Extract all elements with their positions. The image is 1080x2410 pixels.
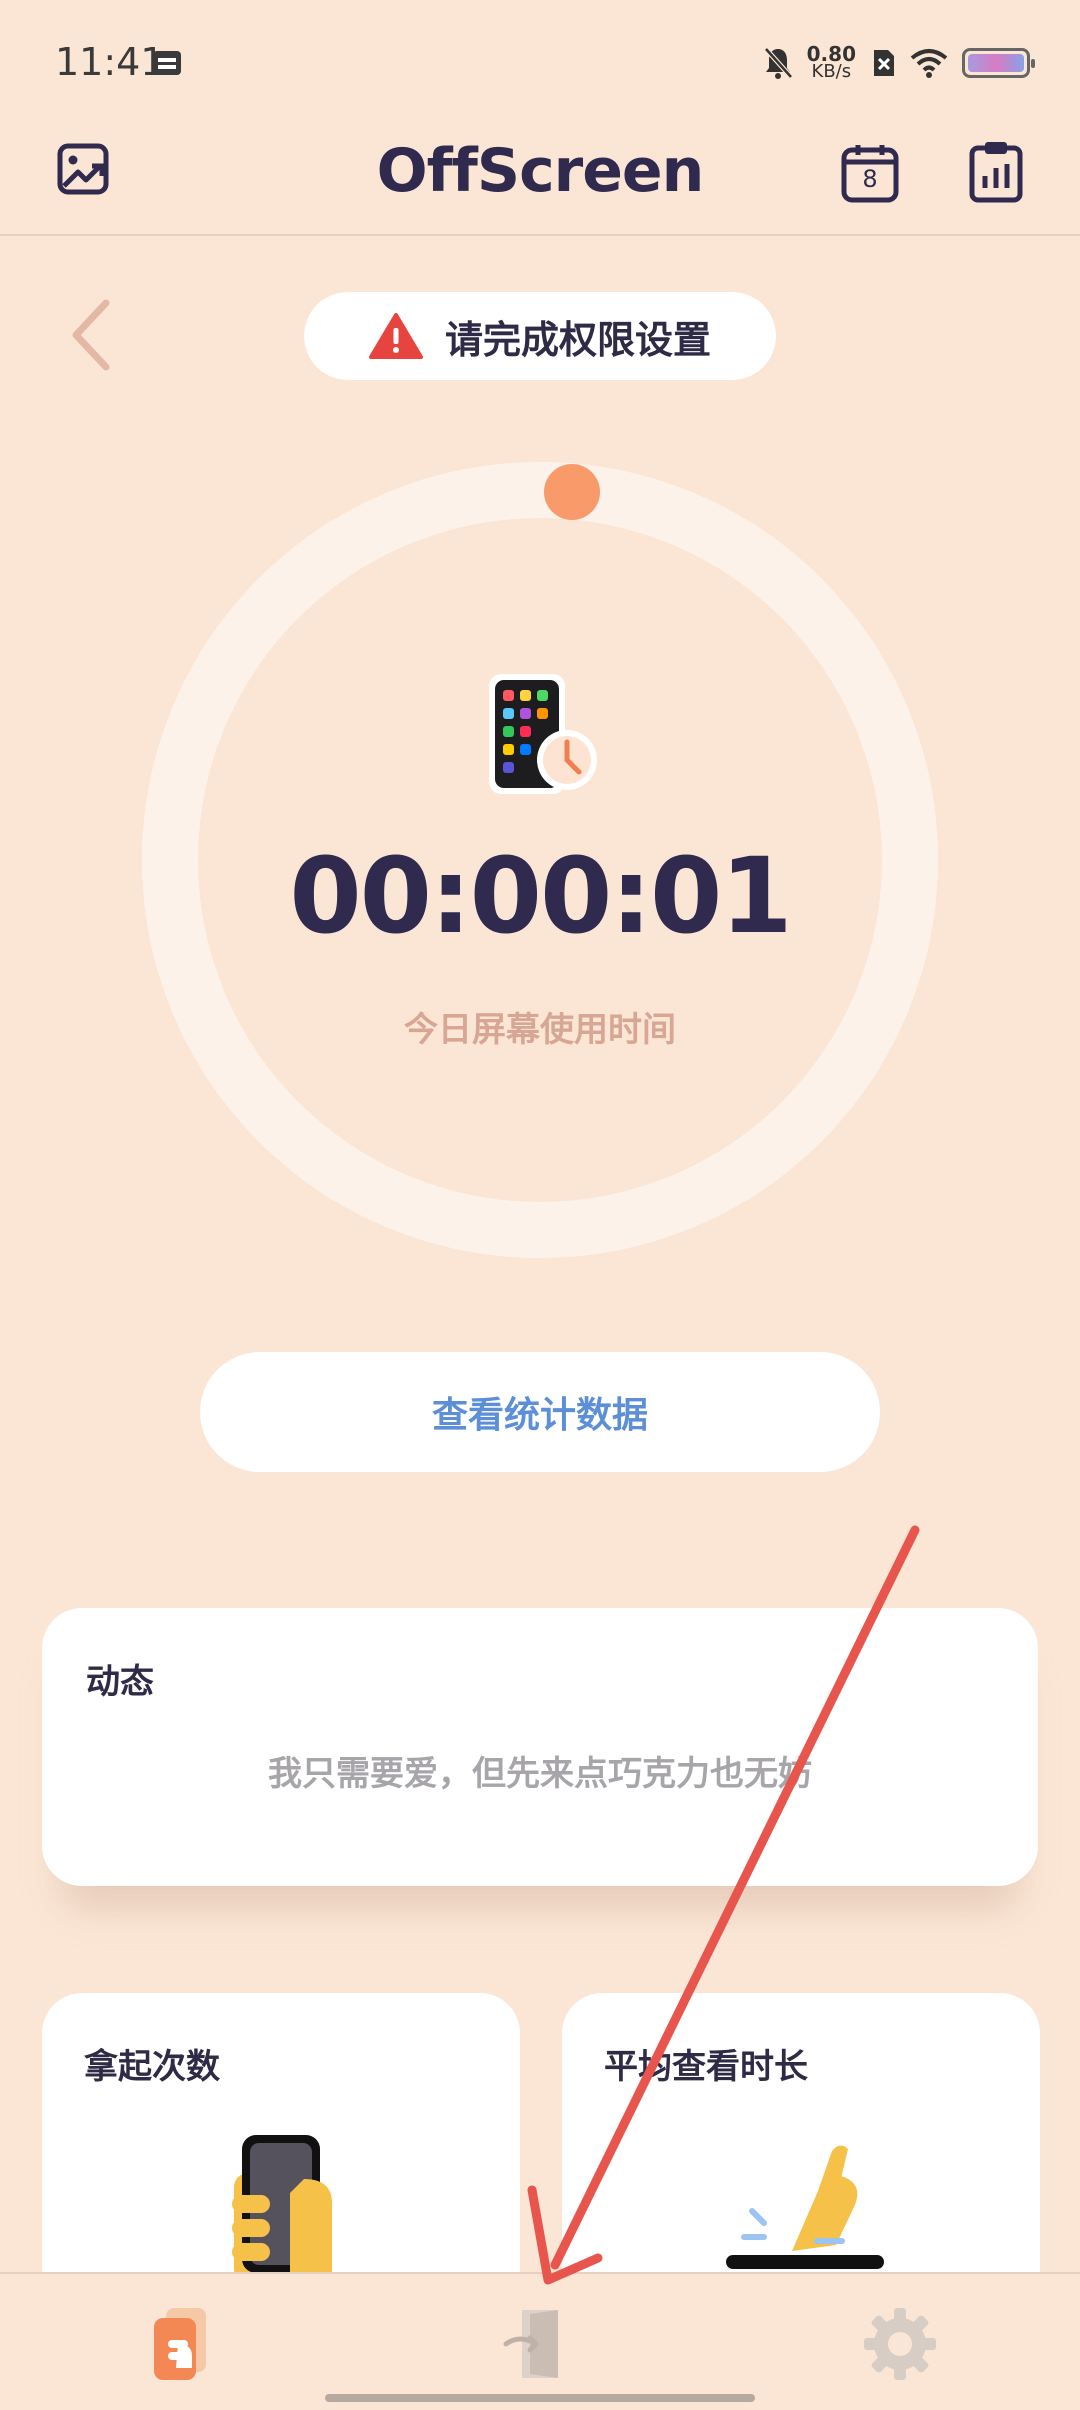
app-title: OffScreen [376,136,705,206]
bell-muted-icon [763,47,793,79]
pickup-card-title: 拿起次数 [84,2047,220,2087]
permission-banner[interactable]: 请完成权限设置 [304,292,776,380]
view-stats-button[interactable]: 查看统计数据 [200,1352,880,1472]
calendar-status-icon [153,51,181,75]
speed-unit: KB/s [811,61,852,82]
clipboard-stats-icon[interactable] [968,138,1024,204]
dynamic-quote: 我只需要爱，但先来点巧克力也无妨 [268,1754,812,1794]
exit-tab-icon[interactable] [500,2304,580,2384]
bottom-nav [0,2272,1080,2410]
home-indicator[interactable] [325,2394,755,2402]
back-arrow-icon[interactable] [66,295,116,375]
screen-time-label: 今日屏幕使用时间 [404,1010,676,1050]
permission-text: 请完成权限设置 [444,317,711,362]
network-speed: 0.80 KB/s [807,44,856,82]
status-right: 0.80 KB/s [763,38,1035,88]
avg-view-time-card[interactable]: 平均查看时长 [562,1993,1040,2313]
settings-tab-icon[interactable] [860,2304,940,2384]
sim-x-icon [874,50,894,76]
phone-clock-icon [489,674,597,794]
pickup-count-card[interactable]: 拿起次数 [42,1993,520,2313]
warning-icon [368,313,423,359]
status-time: 11:41 [55,40,165,84]
wifi-icon [910,49,948,78]
home-tab-icon[interactable] [140,2304,220,2384]
progress-handle[interactable] [544,464,600,520]
app-header: OffScreen 8 [0,120,1080,236]
avg-card-title: 平均查看时长 [604,2047,808,2087]
dynamic-card-title: 动态 [86,1662,154,1702]
tap-icon [726,2145,884,2269]
status-bar: 11:41 0.80 KB/s [0,0,1080,120]
calendar-day: 8 [862,165,878,193]
dynamic-card: 动态 我只需要爱，但先来点巧克力也无妨 [42,1608,1038,1886]
battery-icon [962,48,1035,78]
screen-time-value: 00:00:01 [289,835,792,957]
calendar-button[interactable]: 8 [840,142,900,204]
